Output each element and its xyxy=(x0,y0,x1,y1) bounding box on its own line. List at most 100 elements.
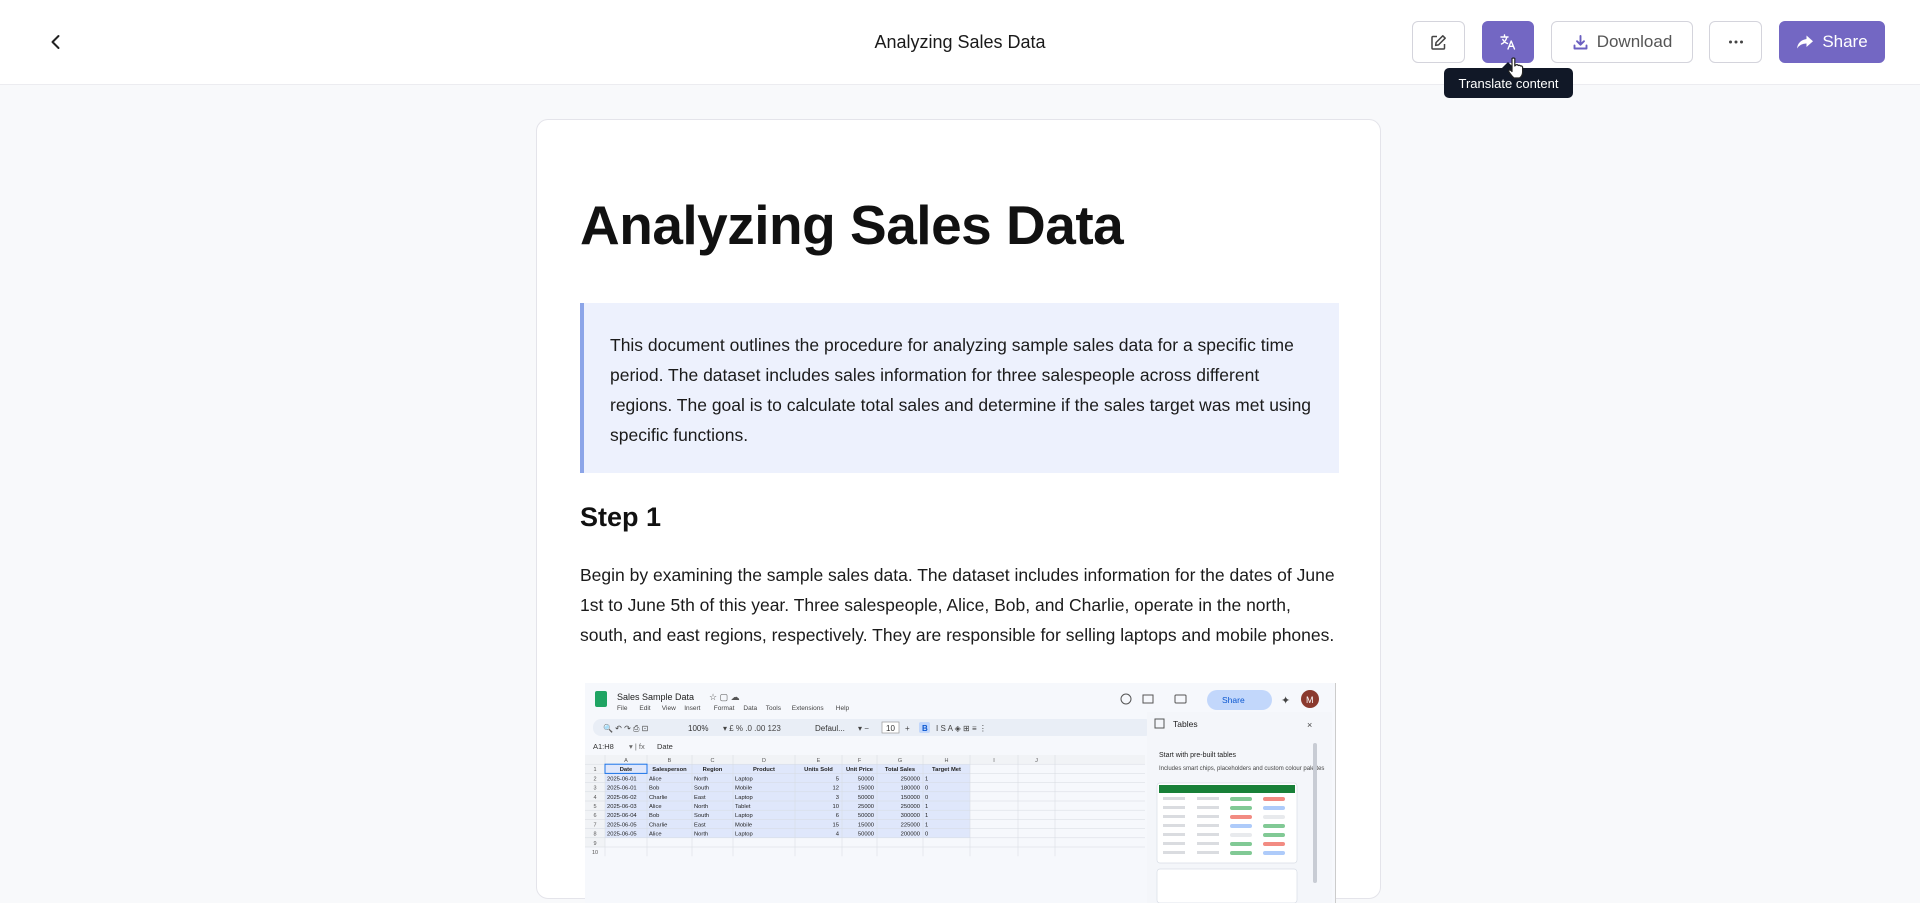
menu-item: View xyxy=(662,705,676,712)
row-number: 6 xyxy=(593,813,596,819)
table-cell: 225000 xyxy=(901,822,920,828)
table-cell: 15000 xyxy=(858,822,874,828)
cursor-icon xyxy=(1508,57,1524,79)
svg-text:🔍 ↶ ↷ ⎙ ⊡: 🔍 ↶ ↷ ⎙ ⊡ xyxy=(603,723,648,733)
download-button[interactable]: Download xyxy=(1551,21,1693,63)
table-cell: North xyxy=(694,832,708,838)
column-letter: A xyxy=(624,758,628,764)
table-cell: Bob xyxy=(649,813,659,819)
table-cell: 2025-06-05 xyxy=(607,822,637,828)
avatar-initial: M xyxy=(1306,695,1314,705)
step1-heading: Step 1 xyxy=(580,502,662,532)
column-letter: B xyxy=(668,758,672,764)
row-number: 5 xyxy=(593,804,596,810)
column-letter: C xyxy=(711,758,715,764)
menu-item: Insert xyxy=(684,705,700,712)
file-title: Sales Sample Data xyxy=(617,692,694,702)
table-cell: 25000 xyxy=(858,804,874,810)
cell-ref: A1:H8 xyxy=(593,742,614,751)
table-cell: Tablet xyxy=(735,804,751,810)
row-number: 10 xyxy=(592,850,598,856)
table-header: Unit Price xyxy=(846,767,874,773)
table-cell: 1 xyxy=(925,776,928,782)
table-cell: 50000 xyxy=(858,795,874,801)
menu-item: Edit xyxy=(639,705,650,712)
more-icon xyxy=(1728,40,1743,44)
row-number: 7 xyxy=(593,822,596,828)
svg-text:B: B xyxy=(922,724,928,733)
back-button[interactable] xyxy=(42,28,70,56)
table-cell: Laptop xyxy=(735,795,753,801)
download-label: Download xyxy=(1596,32,1673,51)
star-icon: ☆ ▢ ☁ xyxy=(709,692,740,702)
document-card: Analyzing Sales Data This document outli… xyxy=(536,119,1381,903)
table-cell: 250000 xyxy=(901,776,920,782)
table-cell: 2025-06-04 xyxy=(607,813,637,819)
menu-item: Data xyxy=(743,705,757,712)
share-label: Share xyxy=(1822,32,1868,51)
column-letter: E xyxy=(817,758,821,764)
table-cell: East xyxy=(694,822,706,828)
table-cell: East xyxy=(694,795,706,801)
table-cell: 50000 xyxy=(858,832,874,838)
svg-text:▾ £ % .0 .00 123: ▾ £ % .0 .00 123 xyxy=(723,724,781,733)
table-cell: 10 xyxy=(833,804,839,810)
translate-icon xyxy=(1500,34,1516,50)
more-button[interactable] xyxy=(1709,21,1762,63)
table-cell: 1 xyxy=(925,822,928,828)
table-cell: 6 xyxy=(836,813,839,819)
table-cell: Laptop xyxy=(735,832,753,838)
table-cell: Laptop xyxy=(735,813,753,819)
table-cell: Mobile xyxy=(735,786,752,792)
table-cell: North xyxy=(694,804,708,810)
row-number: 8 xyxy=(593,832,596,838)
intro-callout: This document outlines the procedure for… xyxy=(580,303,1339,473)
edit-button[interactable] xyxy=(1412,21,1465,63)
table-cell: 2025-06-05 xyxy=(607,832,637,838)
menu-item: Extensions xyxy=(792,705,825,712)
menu-item: Tools xyxy=(766,705,782,712)
table-cell: 2025-06-03 xyxy=(607,804,637,810)
table-cell: 250000 xyxy=(901,804,920,810)
column-letter: D xyxy=(762,758,766,764)
table-cell: 3 xyxy=(836,795,839,801)
share-button[interactable]: Share xyxy=(1779,21,1885,63)
table-cell: 150000 xyxy=(901,795,920,801)
table-cell: Mobile xyxy=(735,822,752,828)
table-cell: Alice xyxy=(649,776,662,782)
svg-text:+: + xyxy=(905,724,910,733)
table-cell: 0 xyxy=(925,832,928,838)
table-cell: Charlie xyxy=(649,795,667,801)
menu-item: Format xyxy=(714,705,735,712)
column-letter: G xyxy=(898,758,902,764)
column-letter: H xyxy=(945,758,949,764)
table-cell: 0 xyxy=(925,786,928,792)
table-cell: 2025-06-01 xyxy=(607,786,637,792)
intro-text: This document outlines the procedure for… xyxy=(610,335,1312,445)
sheet-share-label: Share xyxy=(1222,695,1245,705)
table-cell: 180000 xyxy=(901,786,920,792)
table-header: Date xyxy=(620,767,633,773)
table-cell: Bob xyxy=(649,786,659,792)
table-header: Target Met xyxy=(932,767,961,773)
column-letter: J xyxy=(1035,758,1038,764)
table-cell: Alice xyxy=(649,804,662,810)
table-cell: South xyxy=(694,786,709,792)
panel-title: Tables xyxy=(1173,719,1198,729)
menu-item: Help xyxy=(836,705,850,712)
table-cell: 1 xyxy=(925,804,928,810)
table-header: Units Sold xyxy=(804,767,833,773)
row-number: 2 xyxy=(593,776,596,782)
table-cell: 1 xyxy=(925,813,928,819)
spreadsheet-image: Sales Sample Data ☆ ▢ ☁ File Edit View Inse… xyxy=(585,683,1335,903)
row-number: 4 xyxy=(593,795,596,801)
formula-value: Date xyxy=(657,742,673,751)
table-header: Region xyxy=(703,767,723,773)
table-cell: 2025-06-01 xyxy=(607,776,637,782)
table-header: Product xyxy=(753,767,775,773)
panel-heading: Start with pre-built tables xyxy=(1159,752,1237,759)
svg-text:I S A ◈ ⊞ ≡ ⋮: I S A ◈ ⊞ ≡ ⋮ xyxy=(936,724,987,733)
chevron-left-icon xyxy=(51,35,60,49)
table-cell: 50000 xyxy=(858,776,874,782)
panel-close-icon: × xyxy=(1307,720,1312,730)
